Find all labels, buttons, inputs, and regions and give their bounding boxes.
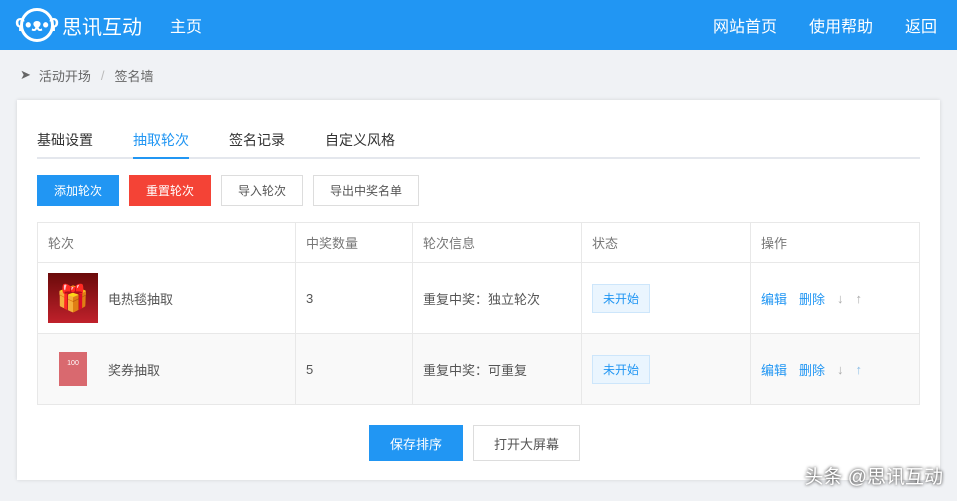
nav-help[interactable]: 使用帮助 (809, 13, 873, 37)
breadcrumb-activity[interactable]: 活动开场 (39, 66, 91, 85)
table-row: 🎁 电热毯抽取 3 重复中奖：独立轮次 未开始 编辑 删除 ↓ ↑ (37, 262, 920, 334)
round-info: 重复中奖：独立轮次 (412, 262, 582, 334)
brand-name: 思讯互动 (62, 16, 142, 39)
import-round-button[interactable]: 导入轮次 (221, 175, 304, 206)
round-name: 电热毯抽取 (108, 291, 174, 307)
content-card: 基础设置 抽取轮次 签名记录 自定义风格 添加轮次 重置轮次 导入轮次 导出中奖… (17, 100, 940, 480)
status-badge: 未开始 (592, 354, 651, 384)
tab-sign-records[interactable]: 签名记录 (229, 128, 285, 159)
round-info: 重复中奖：可重复 (412, 333, 582, 405)
watermark: 头条 @思讯互动 (804, 467, 943, 488)
tab-basic-settings[interactable]: 基础设置 (37, 128, 93, 159)
paper-plane-icon: ➤ (20, 67, 31, 82)
nav-back[interactable]: 返回 (905, 13, 937, 37)
coupon-image: 100 (48, 344, 98, 394)
top-bar: ʕ•ᴥ•ʔ 思讯互动 主页 网站首页 使用帮助 返回 (0, 0, 957, 50)
delete-link[interactable]: 删除 (799, 360, 825, 379)
round-name: 奖券抽取 (108, 362, 161, 378)
edit-link[interactable]: 编辑 (761, 289, 787, 308)
reset-round-button[interactable]: 重置轮次 (129, 175, 212, 206)
tab-draw-rounds[interactable]: 抽取轮次 (133, 128, 189, 159)
breadcrumb-current: 签名墙 (114, 68, 154, 84)
win-count: 5 (295, 333, 413, 405)
save-order-button[interactable]: 保存排序 (369, 425, 464, 461)
nav-home[interactable]: 主页 (170, 13, 202, 37)
open-big-screen-button[interactable]: 打开大屏幕 (473, 425, 581, 461)
edit-link[interactable]: 编辑 (761, 360, 787, 379)
col-status: 状态 (581, 222, 751, 263)
status-badge: 未开始 (592, 283, 651, 313)
gift-image: 🎁 (48, 273, 98, 323)
breadcrumb-separator: / (100, 67, 105, 83)
move-up-icon[interactable]: ↑ (856, 362, 863, 377)
col-count: 中奖数量 (295, 222, 413, 263)
export-winners-button[interactable]: 导出中奖名单 (313, 175, 420, 206)
col-round: 轮次 (37, 222, 296, 263)
move-up-icon[interactable]: ↑ (856, 291, 863, 306)
add-round-button[interactable]: 添加轮次 (37, 175, 120, 206)
win-count: 3 (295, 262, 413, 334)
delete-link[interactable]: 删除 (799, 289, 825, 308)
col-info: 轮次信息 (412, 222, 582, 263)
move-down-icon[interactable]: ↓ (837, 291, 844, 306)
nav-site-home[interactable]: 网站首页 (713, 13, 777, 37)
bear-logo-icon: ʕ•ᴥ•ʔ (15, 8, 59, 42)
tab-bar: 基础设置 抽取轮次 签名记录 自定义风格 (37, 128, 920, 159)
table-row: 100 奖券抽取 5 重复中奖：可重复 未开始 编辑 删除 ↓ ↑ (37, 333, 920, 405)
breadcrumb: ➤ 活动开场 / 签名墙 (0, 50, 957, 100)
tab-custom-style[interactable]: 自定义风格 (325, 128, 395, 159)
rounds-table: 轮次 中奖数量 轮次信息 状态 操作 🎁 电热毯抽取 3 重复中奖：独立轮次 未开… (37, 222, 920, 405)
move-down-icon[interactable]: ↓ (837, 362, 844, 377)
col-actions: 操作 (750, 222, 920, 263)
